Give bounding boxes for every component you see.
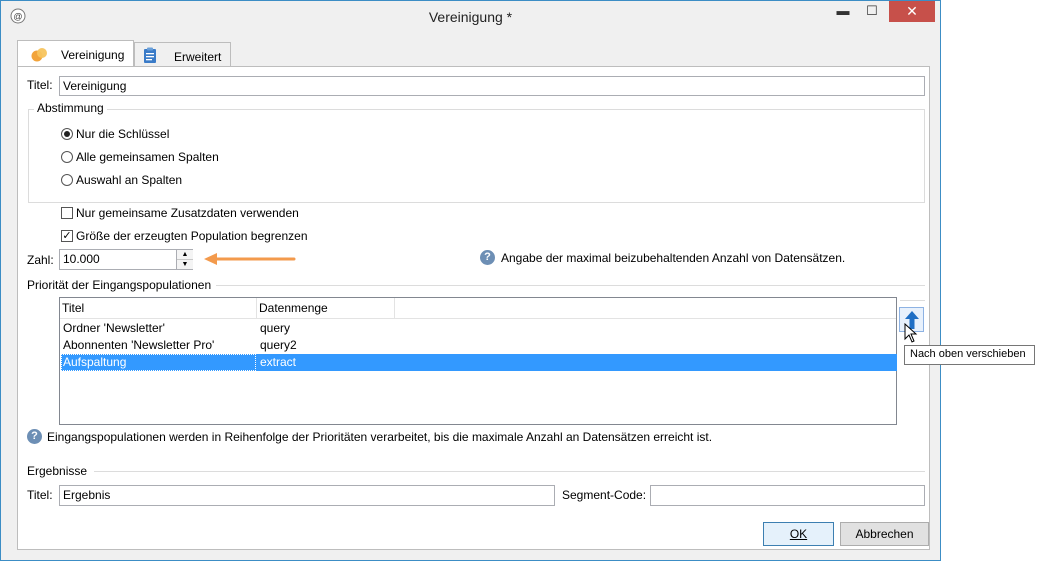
cancel-button[interactable]: Abbrechen: [840, 522, 929, 546]
ergebnisse-separator: [94, 471, 925, 472]
checkbox-population-begrenzen-label: Größe der erzeugten Population begrenzen: [76, 229, 308, 243]
radio-nur-schluessel-label: Nur die Schlüssel: [76, 127, 170, 141]
row-datenmenge: query: [260, 321, 291, 335]
table-row-selected[interactable]: Aufspaltung extract: [61, 354, 897, 371]
ok-button-label: OK: [789, 527, 808, 541]
move-button-separator: [900, 300, 925, 301]
segment-code-input[interactable]: [650, 485, 925, 506]
prioritaet-separator: [216, 285, 925, 286]
minimize-button[interactable]: ▬: [830, 1, 856, 22]
row-titel: Aufspaltung: [61, 354, 256, 371]
union-circles-icon: [31, 48, 47, 62]
ergebnis-titel-input[interactable]: Ergebnis: [59, 485, 555, 506]
zahl-help-text: Angabe der maximal beizubehaltenden Anza…: [501, 251, 846, 265]
list-header: Titel Datenmenge: [60, 298, 896, 319]
title-bar[interactable]: @ Vereinigung * ▬ ☐ ✕: [1, 1, 940, 31]
dialog-window: @ Vereinigung * ▬ ☐ ✕ Vereinigung Erweit…: [0, 0, 1035, 561]
titel-input[interactable]: Vereinigung: [59, 76, 925, 96]
table-row[interactable]: Abonnenten 'Newsletter Pro' query2: [61, 337, 897, 354]
help-icon: ?: [27, 429, 42, 444]
ok-button[interactable]: OK: [763, 522, 834, 546]
radio-alle-spalten[interactable]: [61, 151, 73, 163]
column-header-titel[interactable]: Titel: [60, 298, 257, 318]
arrow-left-icon: [204, 253, 296, 265]
prioritaet-label: Priorität der Eingangspopulationen: [27, 278, 212, 292]
checkbox-zusatzdaten-label: Nur gemeinsame Zusatzdaten verwenden: [76, 206, 299, 220]
checkbox-population-begrenzen[interactable]: ✓: [61, 230, 73, 242]
row-datenmenge: query2: [260, 338, 297, 352]
maximize-button[interactable]: ☐: [859, 1, 885, 22]
row-titel: Abonnenten 'Newsletter Pro': [63, 338, 215, 352]
mouse-pointer-icon: [904, 323, 918, 343]
prioritaet-list[interactable]: Titel Datenmenge Ordner 'Newsletter' que…: [59, 297, 897, 425]
tab-erweitert-label: Erweitert: [174, 50, 222, 64]
tab-vereinigung[interactable]: Vereinigung: [17, 40, 134, 68]
table-row[interactable]: Ordner 'Newsletter' query: [61, 320, 897, 337]
ergebnisse-label: Ergebnisse: [27, 464, 88, 478]
tab-panel: Titel: Vereinigung Abstimmung Nur die Sc…: [17, 66, 1035, 550]
clipboard-icon: [144, 47, 156, 63]
dialog-content: Vereinigung Erweitert Titel: Vereinigung…: [7, 32, 1035, 554]
close-button[interactable]: ✕: [889, 1, 935, 22]
titel-label: Titel:: [27, 78, 53, 92]
tab-erweitert[interactable]: Erweitert: [134, 42, 231, 68]
info-text: Eingangspopulationen werden in Reihenfol…: [47, 430, 713, 444]
radio-nur-schluessel[interactable]: [61, 128, 73, 140]
row-datenmenge: extract: [260, 355, 297, 369]
window-title: Vereinigung *: [428, 9, 513, 25]
segment-code-label: Segment-Code:: [562, 488, 647, 502]
zahl-label: Zahl:: [27, 253, 54, 267]
ergebnis-titel-label: Titel:: [27, 488, 53, 502]
radio-auswahl-spalten-label: Auswahl an Spalten: [76, 173, 183, 187]
zahl-stepper[interactable]: ▲ ▼: [176, 250, 193, 269]
radio-auswahl-spalten[interactable]: [61, 174, 73, 186]
stepper-down-icon[interactable]: ▼: [177, 260, 193, 269]
help-icon: ?: [480, 250, 495, 265]
column-header-datenmenge[interactable]: Datenmenge: [257, 298, 395, 318]
radio-alle-spalten-label: Alle gemeinsamen Spalten: [76, 150, 219, 164]
checkbox-zusatzdaten[interactable]: [61, 207, 73, 219]
zahl-input[interactable]: 10.000: [59, 249, 193, 270]
row-titel: Ordner 'Newsletter': [63, 321, 165, 335]
stepper-up-icon[interactable]: ▲: [177, 250, 193, 260]
tab-vereinigung-label: Vereinigung: [61, 48, 125, 62]
tooltip-move-up: Nach oben verschieben: [904, 345, 1035, 365]
abstimmung-label: Abstimmung: [34, 101, 107, 115]
